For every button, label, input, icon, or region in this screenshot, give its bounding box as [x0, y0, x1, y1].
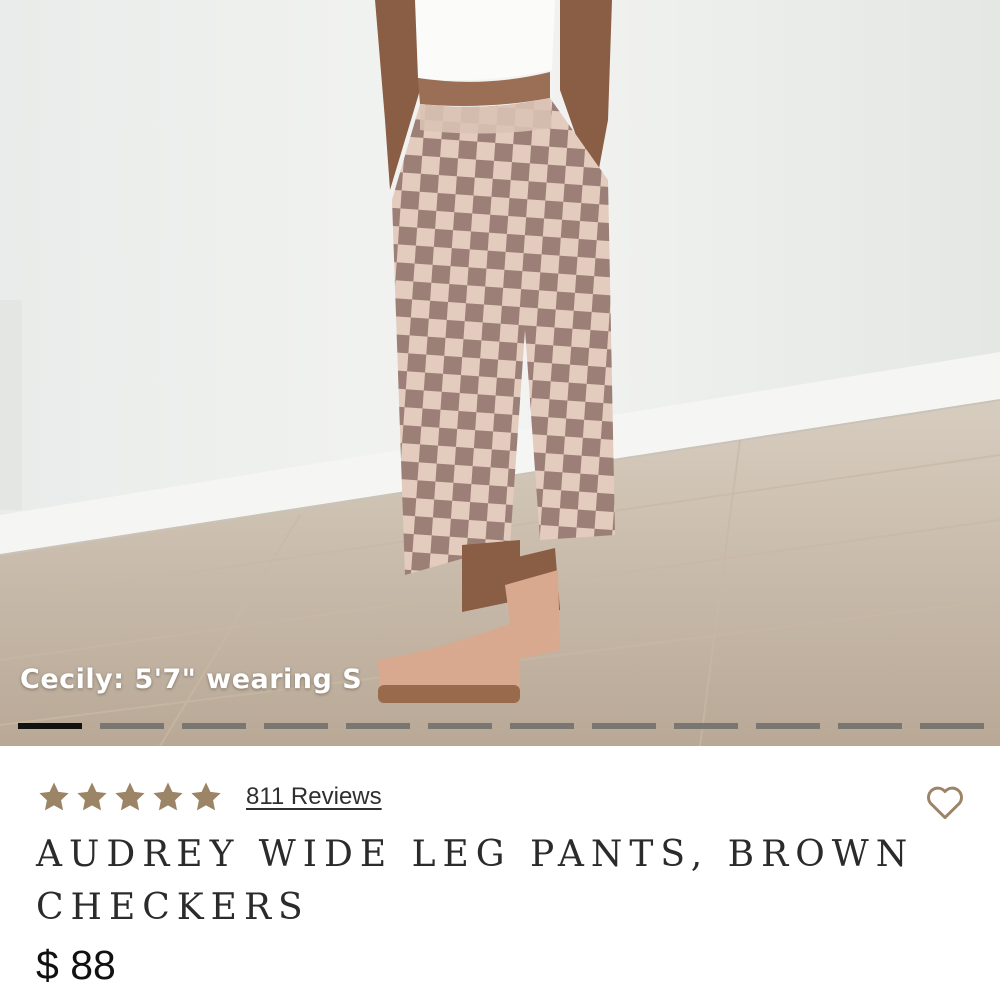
rating-row: 811 Reviews — [36, 780, 382, 814]
gallery-dot-2[interactable] — [100, 723, 164, 729]
gallery-dot-4[interactable] — [264, 723, 328, 729]
gallery-dot-3[interactable] — [182, 723, 246, 729]
gallery-dot-7[interactable] — [510, 723, 574, 729]
gallery-dot-8[interactable] — [592, 723, 656, 729]
product-info: 811 Reviews AUDREY WIDE LEG PANTS, BROWN… — [0, 746, 1000, 1000]
star-icon — [115, 782, 145, 811]
star-icon — [153, 782, 183, 811]
gallery-dot-12[interactable] — [920, 723, 984, 729]
product-image-gallery[interactable]: Cecily: 5'7" wearing S — [0, 0, 1000, 746]
gallery-dot-11[interactable] — [838, 723, 902, 729]
star-icon — [77, 782, 107, 811]
gallery-pagination — [18, 723, 984, 729]
heart-outline-icon[interactable] — [925, 784, 965, 820]
star-icon — [191, 782, 221, 811]
model-size-caption: Cecily: 5'7" wearing S — [20, 664, 363, 695]
product-price: $ 88 — [36, 942, 116, 988]
gallery-dot-5[interactable] — [346, 723, 410, 729]
gallery-dot-1[interactable] — [18, 723, 82, 729]
product-photo — [0, 0, 1000, 746]
star-icon — [39, 782, 69, 811]
gallery-dot-6[interactable] — [428, 723, 492, 729]
reviews-link[interactable]: 811 Reviews — [246, 783, 382, 811]
product-title: AUDREY WIDE LEG PANTS, BROWN CHECKERS — [36, 834, 915, 928]
gallery-dot-9[interactable] — [674, 723, 738, 729]
star-rating[interactable] — [36, 780, 224, 814]
gallery-dot-10[interactable] — [756, 723, 820, 729]
